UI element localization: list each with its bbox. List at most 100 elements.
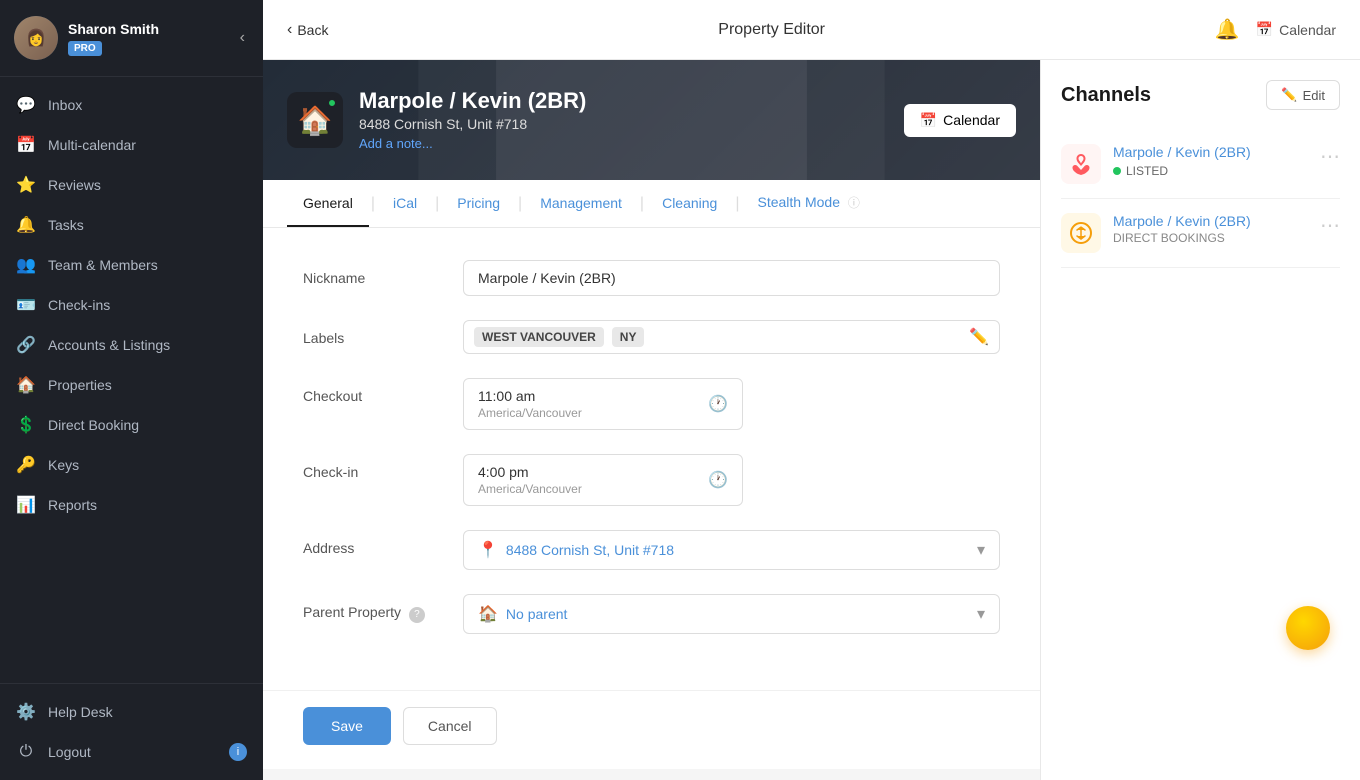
key-icon: 🔑 (16, 455, 36, 475)
nickname-label: Nickname (303, 260, 463, 286)
property-calendar-button[interactable]: 📅 Calendar (904, 104, 1016, 137)
sidebar-item-multi-calendar[interactable]: 📅 Multi-calendar (0, 125, 263, 165)
channel-type-direct: DIRECT BOOKINGS (1113, 231, 1320, 245)
address-value: 8488 Cornish St, Unit #718 (506, 542, 969, 558)
sidebar-item-label: Check-ins (48, 297, 110, 313)
labels-edit-icon[interactable]: ✏️ (969, 327, 989, 347)
tab-general[interactable]: General (287, 181, 369, 227)
map-pin-icon: 📍 (478, 540, 498, 560)
labels-field: WEST VANCOUVER NY ✏️ (463, 320, 1000, 354)
checkin-label: Check-in (303, 454, 463, 480)
property-icon: 🏠 (287, 92, 343, 148)
sidebar-item-label: Help Desk (48, 704, 113, 720)
clock-icon: 🕐 (708, 394, 728, 414)
sidebar-item-label: Logout (48, 744, 91, 760)
back-button[interactable]: ‹ Back (287, 21, 328, 39)
calendar-label: Calendar (1279, 22, 1336, 38)
channels-sidebar: Channels ✏️ Edit Marpole / Kevin (2BR) (1040, 60, 1360, 780)
content-area: 🏠 Marpole / Kevin (2BR) 8488 Cornish St,… (263, 60, 1360, 780)
channels-header: Channels ✏️ Edit (1061, 80, 1340, 110)
form-actions: Save Cancel (263, 690, 1040, 769)
calendar-button[interactable]: 📅 Calendar (1256, 21, 1336, 38)
cancel-button[interactable]: Cancel (403, 707, 497, 745)
save-button[interactable]: Save (303, 707, 391, 745)
sidebar-bottom: ⚙️ Help Desk ⏻ Logout i (0, 683, 263, 780)
calendar-icon: 📅 (1256, 21, 1273, 38)
airbnb-channel-name[interactable]: Marpole / Kevin (2BR) (1113, 144, 1320, 160)
channel-item-airbnb: Marpole / Kevin (2BR) LISTED ⋯ (1061, 130, 1340, 199)
property-header: 🏠 Marpole / Kevin (2BR) 8488 Cornish St,… (263, 60, 1040, 180)
address-field: 📍 8488 Cornish St, Unit #718 ▾ (463, 530, 1000, 570)
pro-badge: PRO (68, 41, 102, 56)
bell-icon: 🔔 (16, 215, 36, 235)
nickname-input[interactable] (463, 260, 1000, 296)
parent-property-row: Parent Property ? 🏠 No parent ▾ (303, 594, 1000, 634)
tab-stealth[interactable]: Stealth Mode ⓘ (742, 180, 876, 227)
calendar-icon-small: 📅 (920, 112, 937, 129)
property-name: Marpole / Kevin (2BR) (359, 88, 904, 114)
sidebar-item-reviews[interactable]: ⭐ Reviews (0, 165, 263, 205)
sidebar-item-keys[interactable]: 🔑 Keys (0, 445, 263, 485)
no-parent-value: No parent (506, 606, 969, 622)
tab-pricing[interactable]: Pricing (441, 181, 516, 227)
parent-property-field: 🏠 No parent ▾ (463, 594, 1000, 634)
notification-bell-icon[interactable]: 🔔 (1215, 17, 1240, 42)
direct-logo (1061, 213, 1101, 253)
channel-item-direct: Marpole / Kevin (2BR) DIRECT BOOKINGS ⋯ (1061, 199, 1340, 268)
sidebar-item-team[interactable]: 👥 Team & Members (0, 245, 263, 285)
sidebar-item-logout[interactable]: ⏻ Logout i (0, 732, 263, 772)
labels-input[interactable]: WEST VANCOUVER NY ✏️ (463, 320, 1000, 354)
tab-management[interactable]: Management (524, 181, 638, 227)
sidebar-item-helpdesk[interactable]: ⚙️ Help Desk (0, 692, 263, 732)
address-select[interactable]: 📍 8488 Cornish St, Unit #718 ▾ (463, 530, 1000, 570)
channel-details-direct: Marpole / Kevin (2BR) DIRECT BOOKINGS (1113, 213, 1320, 245)
sidebar: 👩 Sharon Smith PRO ‹ 💬 Inbox 📅 Multi-cal… (0, 0, 263, 780)
checkin-time-input[interactable]: 4:00 pm America/Vancouver 🕐 (463, 454, 743, 506)
inbox-icon: 💬 (16, 95, 36, 115)
sidebar-toggle[interactable]: ‹ (236, 25, 249, 51)
nickname-row: Nickname (303, 260, 1000, 296)
checkin-icon: 🪪 (16, 295, 36, 315)
home-small-icon: 🏠 (478, 604, 498, 624)
channels-title: Channels (1061, 84, 1151, 107)
floating-orb[interactable] (1286, 606, 1330, 650)
chevron-down-icon-2: ▾ (977, 604, 985, 624)
tab-ical[interactable]: iCal (377, 181, 433, 227)
sidebar-item-checkins[interactable]: 🪪 Check-ins (0, 285, 263, 325)
sidebar-item-tasks[interactable]: 🔔 Tasks (0, 205, 263, 245)
chart-icon: 📊 (16, 495, 36, 515)
tab-cleaning[interactable]: Cleaning (646, 181, 733, 227)
labels-row: Labels WEST VANCOUVER NY ✏️ (303, 320, 1000, 354)
parent-property-label: Parent Property ? (303, 594, 463, 623)
channel-menu-icon[interactable]: ⋯ (1320, 144, 1340, 169)
edit-label: Edit (1303, 88, 1325, 103)
parent-property-select[interactable]: 🏠 No parent ▾ (463, 594, 1000, 634)
checkout-row: Checkout 11:00 am America/Vancouver 🕐 (303, 378, 1000, 430)
sidebar-item-properties[interactable]: 🏠 Properties (0, 365, 263, 405)
sidebar-item-label: Properties (48, 377, 112, 393)
topbar-actions: 🔔 📅 Calendar (1215, 17, 1336, 42)
gear-icon: ⚙️ (16, 702, 36, 722)
channel-details-airbnb: Marpole / Kevin (2BR) LISTED (1113, 144, 1320, 178)
checkin-field: 4:00 pm America/Vancouver 🕐 (463, 454, 1000, 506)
sidebar-item-reports[interactable]: 📊 Reports (0, 485, 263, 525)
logout-icon: ⏻ (16, 742, 36, 762)
avatar-image: 👩 (14, 16, 58, 60)
direct-channel-name[interactable]: Marpole / Kevin (2BR) (1113, 213, 1320, 229)
airbnb-logo (1061, 144, 1101, 184)
sidebar-item-inbox[interactable]: 💬 Inbox (0, 85, 263, 125)
channel-menu-icon-direct[interactable]: ⋯ (1320, 213, 1340, 238)
money-icon: 💲 (16, 415, 36, 435)
add-note-link[interactable]: Add a note... (359, 136, 433, 151)
channels-edit-button[interactable]: ✏️ Edit (1266, 80, 1340, 110)
help-icon[interactable]: ? (409, 607, 425, 623)
sidebar-item-accounts[interactable]: 🔗 Accounts & Listings (0, 325, 263, 365)
checkout-time-value: 11:00 am (478, 388, 582, 404)
channel-status-airbnb: LISTED (1113, 164, 1320, 178)
sidebar-item-direct-booking[interactable]: 💲 Direct Booking (0, 405, 263, 445)
nickname-field (463, 260, 1000, 296)
checkout-time-input[interactable]: 11:00 am America/Vancouver 🕐 (463, 378, 743, 430)
label-tag-ny: NY (612, 327, 645, 347)
sidebar-item-label: Reviews (48, 177, 101, 193)
avatar: 👩 (14, 16, 58, 60)
